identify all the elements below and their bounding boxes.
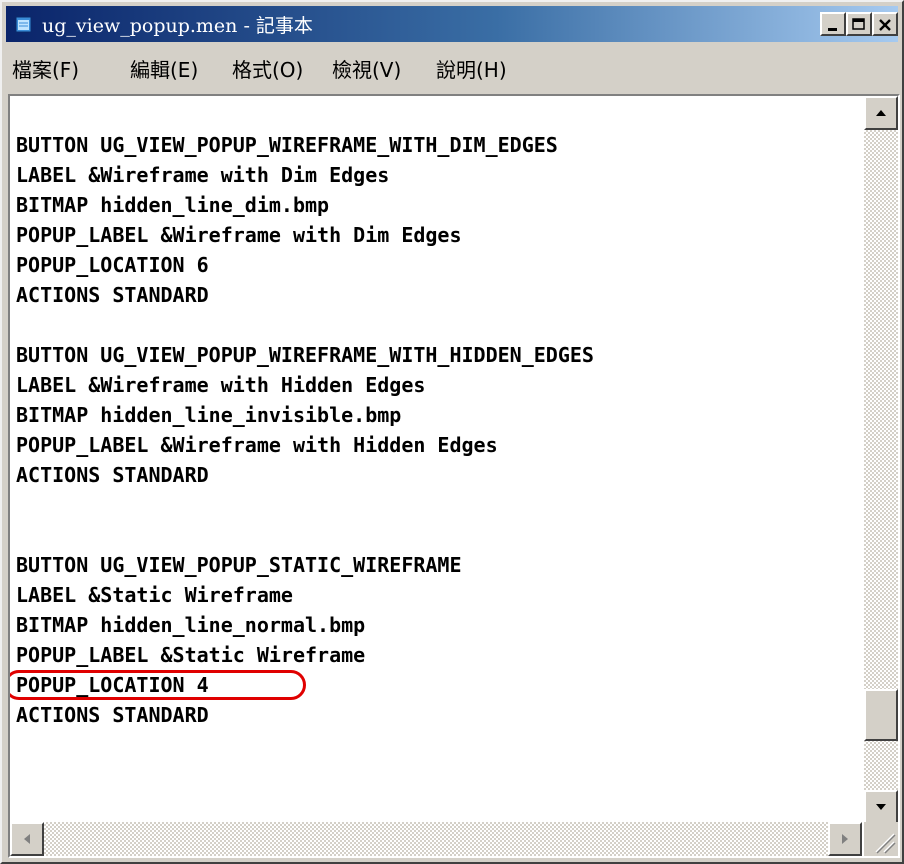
menu-format[interactable]: 格式(O): [232, 54, 303, 83]
minimize-icon: [828, 28, 837, 31]
text-line: BUTTON UG_VIEW_POPUP_WIREFRAME_WITH_DIM_…: [16, 133, 558, 157]
resize-grip-icon: [875, 833, 896, 854]
scroll-left-button[interactable]: [10, 822, 44, 856]
notepad-icon: [15, 16, 32, 33]
text-line: BUTTON UG_VIEW_POPUP_STATIC_WIREFRAME: [16, 553, 462, 577]
menu-view[interactable]: 檢視(V): [332, 54, 401, 83]
maximize-icon: [852, 18, 865, 30]
arrow-left-icon: [24, 834, 30, 844]
text-line: BITMAP hidden_line_dim.bmp: [16, 193, 330, 217]
scroll-down-button[interactable]: [864, 790, 898, 824]
text-line: BITMAP hidden_line_normal.bmp: [16, 613, 366, 637]
text-line: LABEL &Static Wireframe: [16, 583, 293, 607]
text-line: POPUP_LOCATION 6: [16, 253, 209, 277]
text-line: BUTTON UG_VIEW_POPUP_WIREFRAME_WITH_HIDD…: [16, 343, 594, 367]
text-editor[interactable]: BUTTON UG_VIEW_POPUP_WIREFRAME_WITH_DIM_…: [8, 94, 900, 858]
text-line: POPUP_LABEL &Static Wireframe: [16, 643, 366, 667]
size-grip[interactable]: [864, 822, 898, 856]
close-icon: [879, 19, 891, 31]
text-line: LABEL &Wireframe with Hidden Edges: [16, 373, 426, 397]
text-line: LABEL &Wireframe with Dim Edges: [16, 163, 390, 187]
text-line: BITMAP hidden_line_invisible.bmp: [16, 403, 402, 427]
close-button[interactable]: [872, 12, 898, 36]
text-line: POPUP_LABEL &Wireframe with Dim Edges: [16, 223, 462, 247]
text-line: ACTIONS STANDARD: [16, 283, 209, 307]
arrow-down-icon: [876, 804, 886, 810]
scroll-thumb[interactable]: [864, 689, 898, 742]
notepad-window: ug_view_popup.men - 記事本 檔案(F) 編輯(E) 格式(O…: [0, 0, 904, 864]
title-bar[interactable]: ug_view_popup.men - 記事本: [6, 6, 898, 42]
arrow-up-icon: [876, 110, 886, 116]
arrow-right-icon: [842, 834, 848, 844]
highlight-annotation: [10, 670, 306, 700]
scroll-right-button[interactable]: [828, 822, 862, 856]
maximize-button[interactable]: [846, 12, 872, 36]
window-title: ug_view_popup.men - 記事本: [42, 15, 313, 37]
scroll-up-button[interactable]: [864, 96, 898, 130]
menu-help[interactable]: 說明(H): [436, 54, 507, 83]
text-line: POPUP_LABEL &Wireframe with Hidden Edges: [16, 433, 498, 457]
text-content[interactable]: BUTTON UG_VIEW_POPUP_WIREFRAME_WITH_DIM_…: [10, 96, 862, 824]
vertical-scrollbar[interactable]: [864, 96, 898, 824]
menu-file[interactable]: 檔案(F): [12, 54, 79, 83]
minimize-button[interactable]: [820, 12, 846, 36]
horizontal-scrollbar[interactable]: [10, 822, 862, 856]
text-line: ACTIONS STANDARD: [16, 463, 209, 487]
text-line: ACTIONS STANDARD: [16, 703, 209, 727]
menu-edit[interactable]: 編輯(E): [130, 54, 198, 83]
menu-bar: 檔案(F) 編輯(E) 格式(O) 檢視(V) 說明(H): [6, 46, 898, 84]
